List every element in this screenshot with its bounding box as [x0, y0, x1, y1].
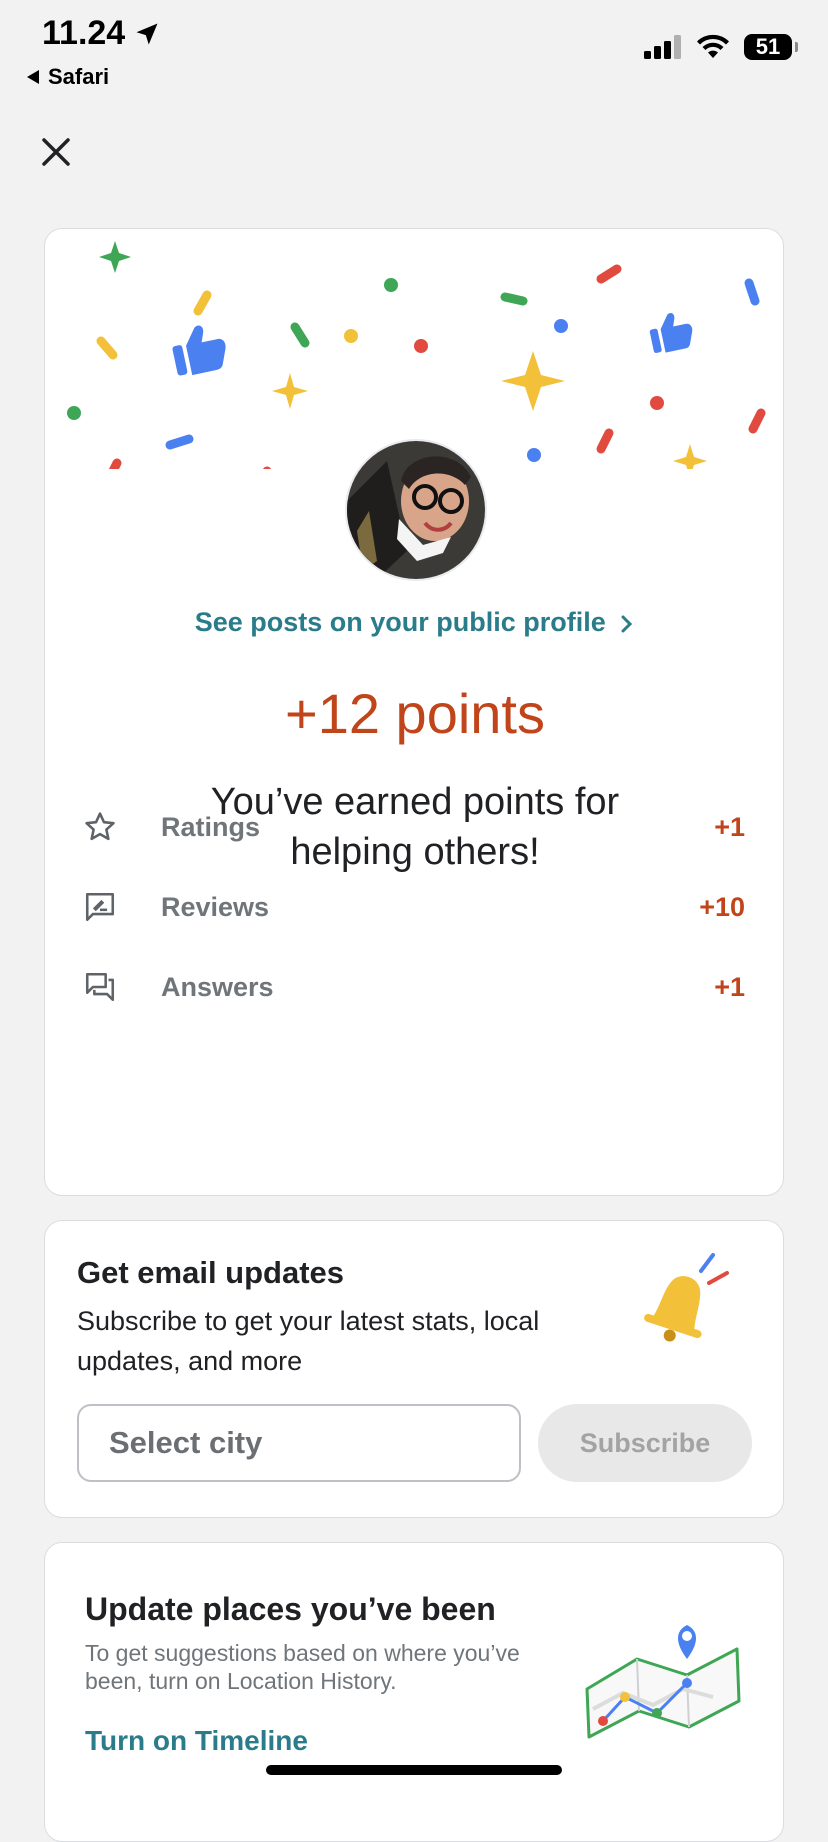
update-places-card: Update places you’ve been To get suggest…: [44, 1542, 784, 1842]
breakdown-points: +1: [714, 971, 745, 1002]
battery-icon: 51: [744, 34, 798, 60]
battery-level: 51: [755, 34, 781, 59]
public-profile-link[interactable]: See posts on your public profile: [45, 607, 785, 638]
public-profile-link-label: See posts on your public profile: [194, 607, 606, 637]
select-city-input[interactable]: [77, 1404, 521, 1482]
breakdown-label: Ratings: [161, 811, 261, 842]
breakdown-points: +1: [714, 811, 745, 842]
profile-avatar[interactable]: [345, 439, 487, 581]
breakdown-points: +10: [699, 891, 745, 922]
points-total: +12 points: [285, 682, 545, 745]
status-time: 11.24: [42, 14, 161, 53]
update-places-title: Update places you’ve been: [85, 1591, 496, 1627]
map-illustration: [585, 1625, 741, 1739]
update-places-description: To get suggestions based on where you’ve…: [85, 1640, 520, 1694]
email-updates-description: Subscribe to get your latest stats, loca…: [77, 1306, 540, 1376]
back-app-label: Safari: [48, 64, 110, 89]
breakdown-label: Reviews: [161, 891, 270, 922]
breakdown-row-reviews: Reviews +10: [45, 877, 785, 937]
avatar-photo: [347, 441, 485, 579]
breakdown-row-ratings: Ratings +1: [45, 797, 785, 857]
subscribe-button[interactable]: Subscribe: [538, 1404, 752, 1482]
breakdown-label: Answers: [161, 971, 274, 1002]
star-icon: [85, 812, 115, 841]
close-icon[interactable]: [36, 132, 76, 172]
chevron-right-icon: [621, 615, 633, 633]
breakdown-row-answers: Answers +1: [45, 957, 785, 1017]
time-label: 11.24: [42, 14, 126, 52]
bell-icon: [644, 1253, 729, 1342]
points-card: See posts on your public profile +12 poi…: [44, 228, 784, 1196]
location-arrow-icon: [136, 23, 158, 44]
turn-on-timeline-link[interactable]: Turn on Timeline: [85, 1725, 308, 1757]
back-triangle-icon: [27, 70, 39, 84]
cellular-signal-icon: [644, 35, 681, 59]
status-indicators: 51: [644, 34, 798, 60]
confetti-illustration: [67, 241, 766, 469]
review-icon: [85, 892, 115, 922]
email-updates-title: Get email updates: [77, 1255, 345, 1290]
home-indicator: [266, 1765, 562, 1775]
wifi-icon: [697, 34, 729, 58]
back-to-safari[interactable]: Safari: [26, 64, 109, 90]
answers-icon: [85, 972, 115, 1002]
email-updates-card: Get email updates Subscribe to get your …: [44, 1220, 784, 1518]
